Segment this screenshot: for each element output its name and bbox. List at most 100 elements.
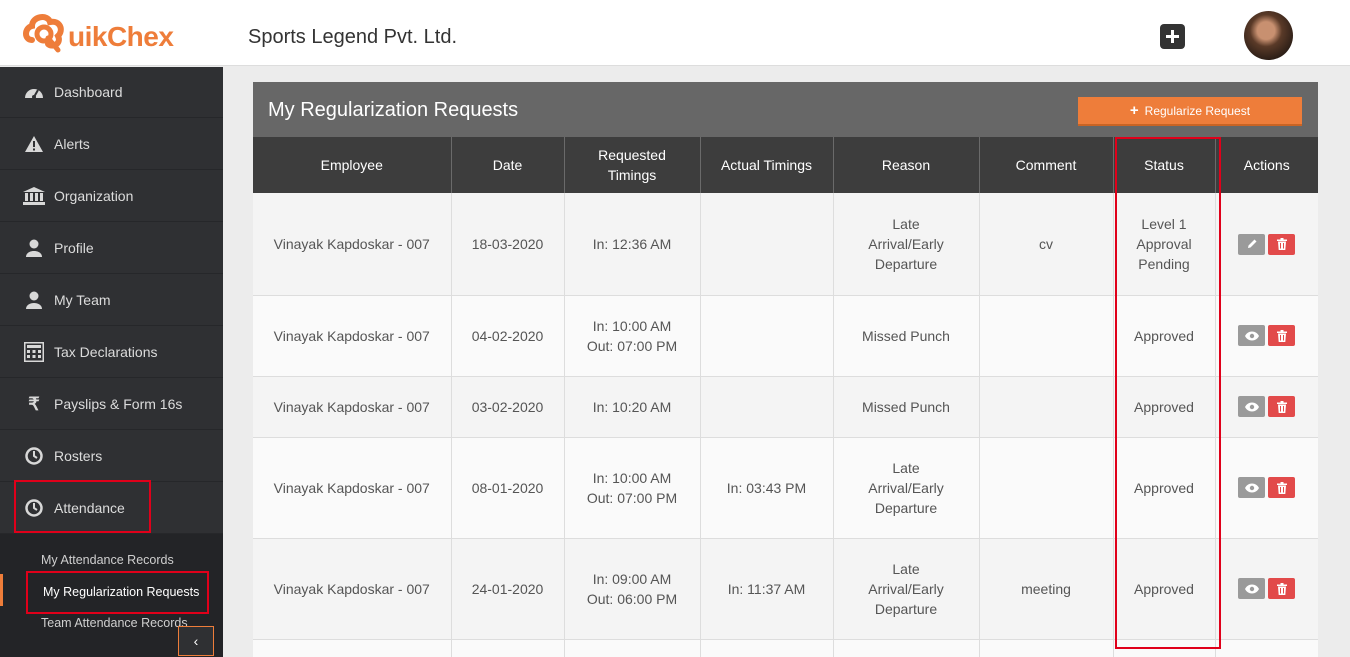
clock-icon bbox=[23, 447, 45, 465]
sidebar-item-attendance[interactable]: Attendance bbox=[0, 483, 223, 534]
sidebar: Dashboard Alerts Organization Profile My… bbox=[0, 67, 223, 657]
user-avatar[interactable] bbox=[1244, 11, 1293, 60]
cell-comment: cv bbox=[979, 193, 1114, 296]
table-row: Vinayak Kapdoskar - 007 18-03-2020 In: 1… bbox=[253, 193, 1318, 296]
requested-text: In: 10:00 AM Out: 07:00 PM bbox=[586, 469, 678, 506]
cell-requested-timings: In: 10:00 AM Out: 07:00 PM bbox=[564, 437, 701, 539]
cell-actions bbox=[1215, 437, 1318, 539]
calculator-icon bbox=[23, 342, 45, 362]
column-header-date[interactable]: Date bbox=[451, 137, 565, 193]
cell-comment bbox=[979, 295, 1114, 377]
team-icon bbox=[23, 291, 45, 309]
regularize-request-button[interactable]: + Regularize Request bbox=[1078, 97, 1302, 126]
trash-icon bbox=[1276, 329, 1287, 342]
sidebar-item-tax-declarations[interactable]: Tax Declarations bbox=[0, 327, 223, 378]
sidebar-item-dashboard[interactable]: Dashboard bbox=[0, 67, 223, 118]
submenu-my-regularization-requests[interactable]: My Regularization Requests bbox=[43, 585, 199, 599]
eye-icon bbox=[1244, 331, 1259, 341]
trash-icon bbox=[1276, 238, 1287, 251]
regularization-table: Employee Date Requested Timings Actual T… bbox=[253, 137, 1318, 657]
column-header-requested-timings[interactable]: Requested Timings bbox=[564, 137, 701, 193]
table-row: Vinayak Kapdoskar - 007 24-01-2020 In: 0… bbox=[253, 538, 1318, 640]
cell-date: 18-03-2020 bbox=[451, 193, 565, 296]
cell-reason: Late Arrival/Early Departure bbox=[833, 437, 980, 539]
cell-date: 03-02-2020 bbox=[451, 376, 565, 438]
delete-button[interactable] bbox=[1268, 396, 1296, 418]
column-header-label: Requested Timings bbox=[598, 147, 666, 183]
cell-employee: Vinayak Kapdoskar - 007 bbox=[253, 193, 452, 296]
column-header-employee[interactable]: Employee bbox=[253, 137, 452, 193]
view-button[interactable] bbox=[1238, 325, 1266, 347]
column-header-reason[interactable]: Reason bbox=[833, 137, 980, 193]
sidebar-item-label: Attendance bbox=[54, 500, 125, 516]
cell-actual-timings bbox=[700, 193, 834, 296]
column-header-status[interactable]: Status bbox=[1113, 137, 1216, 193]
delete-button[interactable] bbox=[1268, 578, 1296, 600]
table-header-row: Employee Date Requested Timings Actual T… bbox=[253, 137, 1318, 193]
sidebar-item-my-team[interactable]: My Team bbox=[0, 275, 223, 326]
sidebar-item-rosters[interactable]: Rosters bbox=[0, 431, 223, 482]
clock-icon bbox=[23, 499, 45, 517]
table-row: Vinayak Kapdoskar - 007 04-02-2020 In: 1… bbox=[253, 295, 1318, 377]
cell-reason: Missed Punch bbox=[833, 295, 980, 377]
table-row: Vinayak Kapdoskar - 007 03-02-2020 In: 1… bbox=[253, 376, 1318, 438]
cell-date: 04-02-2020 bbox=[451, 295, 565, 377]
regularize-request-label: Regularize Request bbox=[1144, 103, 1251, 118]
page-title: My Regularization Requests bbox=[268, 99, 519, 121]
sidebar-item-label: My Team bbox=[54, 292, 111, 308]
sidebar-item-label: Tax Declarations bbox=[54, 344, 158, 360]
bank-icon bbox=[23, 187, 45, 205]
view-button[interactable] bbox=[1238, 477, 1266, 499]
cell-employee: Vinayak Kapdoskar - 007 bbox=[253, 295, 452, 377]
submenu-my-attendance-records[interactable]: My Attendance Records bbox=[41, 553, 174, 567]
warning-icon bbox=[23, 135, 45, 153]
cell-actions bbox=[1215, 295, 1318, 377]
cell-status: Level 1 Approval Pending bbox=[1113, 193, 1216, 296]
requested-text: In: 09:00 AM Out: 06:00 PM bbox=[586, 570, 678, 607]
sidebar-item-label: Organization bbox=[54, 188, 134, 204]
view-button[interactable] bbox=[1238, 578, 1266, 600]
sidebar-item-organization[interactable]: Organization bbox=[0, 171, 223, 222]
cell-employee: Vinayak Kapdoskar - 007 bbox=[253, 437, 452, 539]
column-header-comment[interactable]: Comment bbox=[979, 137, 1114, 193]
submenu-team-attendance-records[interactable]: Team Attendance Records bbox=[41, 616, 188, 630]
sidebar-item-payslips[interactable]: ₹ Payslips & Form 16s bbox=[0, 379, 223, 430]
column-header-actions: Actions bbox=[1215, 137, 1318, 193]
top-header: uikChex Sports Legend Pvt. Ltd. bbox=[0, 0, 1350, 66]
cell-status: Approved bbox=[1113, 295, 1216, 377]
collapse-sidebar-button[interactable]: ‹ bbox=[178, 626, 214, 656]
dashboard-icon bbox=[23, 84, 45, 100]
add-button[interactable] bbox=[1160, 24, 1185, 49]
eye-icon bbox=[1244, 402, 1259, 412]
column-header-actual-timings[interactable]: Actual Timings bbox=[700, 137, 834, 193]
cell-reason: Late Arrival/Early Departure bbox=[833, 193, 980, 296]
delete-button[interactable] bbox=[1268, 477, 1296, 499]
cell-requested-timings: In: 09:00 AM Out: 06:00 PM bbox=[564, 538, 701, 640]
table-row: Vinayak Kapdoskar - 007 08-01-2020 In: 1… bbox=[253, 437, 1318, 539]
requested-text: In: 10:00 AM Out: 07:00 PM bbox=[586, 317, 678, 354]
regularization-panel: My Regularization Requests + Regularize … bbox=[253, 82, 1318, 657]
view-button[interactable] bbox=[1238, 396, 1266, 418]
trash-icon bbox=[1276, 481, 1287, 494]
sidebar-item-label: Rosters bbox=[54, 448, 103, 464]
cell-actual-timings: In: 03:43 PM bbox=[700, 437, 834, 539]
logo-text: uikChex bbox=[68, 21, 174, 52]
sidebar-item-alerts[interactable]: Alerts bbox=[0, 119, 223, 170]
cell-comment bbox=[979, 437, 1114, 539]
cell-actions bbox=[1215, 376, 1318, 438]
reason-text: Late Arrival/Early Departure bbox=[868, 560, 944, 617]
cell-employee: Vinayak Kapdoskar - 007 bbox=[253, 538, 452, 640]
user-icon bbox=[23, 239, 45, 257]
delete-button[interactable] bbox=[1268, 233, 1296, 255]
cell-status: Approved bbox=[1113, 538, 1216, 640]
cell-requested-timings: In: 10:20 AM bbox=[564, 376, 701, 438]
sidebar-item-profile[interactable]: Profile bbox=[0, 223, 223, 274]
quikchex-logo[interactable]: uikChex bbox=[22, 8, 174, 60]
table-row bbox=[253, 639, 1318, 657]
edit-button[interactable] bbox=[1238, 233, 1266, 255]
panel-header: My Regularization Requests + Regularize … bbox=[253, 82, 1318, 137]
status-text: Level 1 Approval Pending bbox=[1136, 215, 1192, 272]
logo-q-icon bbox=[23, 14, 64, 53]
sidebar-item-label: Profile bbox=[54, 240, 94, 256]
delete-button[interactable] bbox=[1268, 325, 1296, 347]
